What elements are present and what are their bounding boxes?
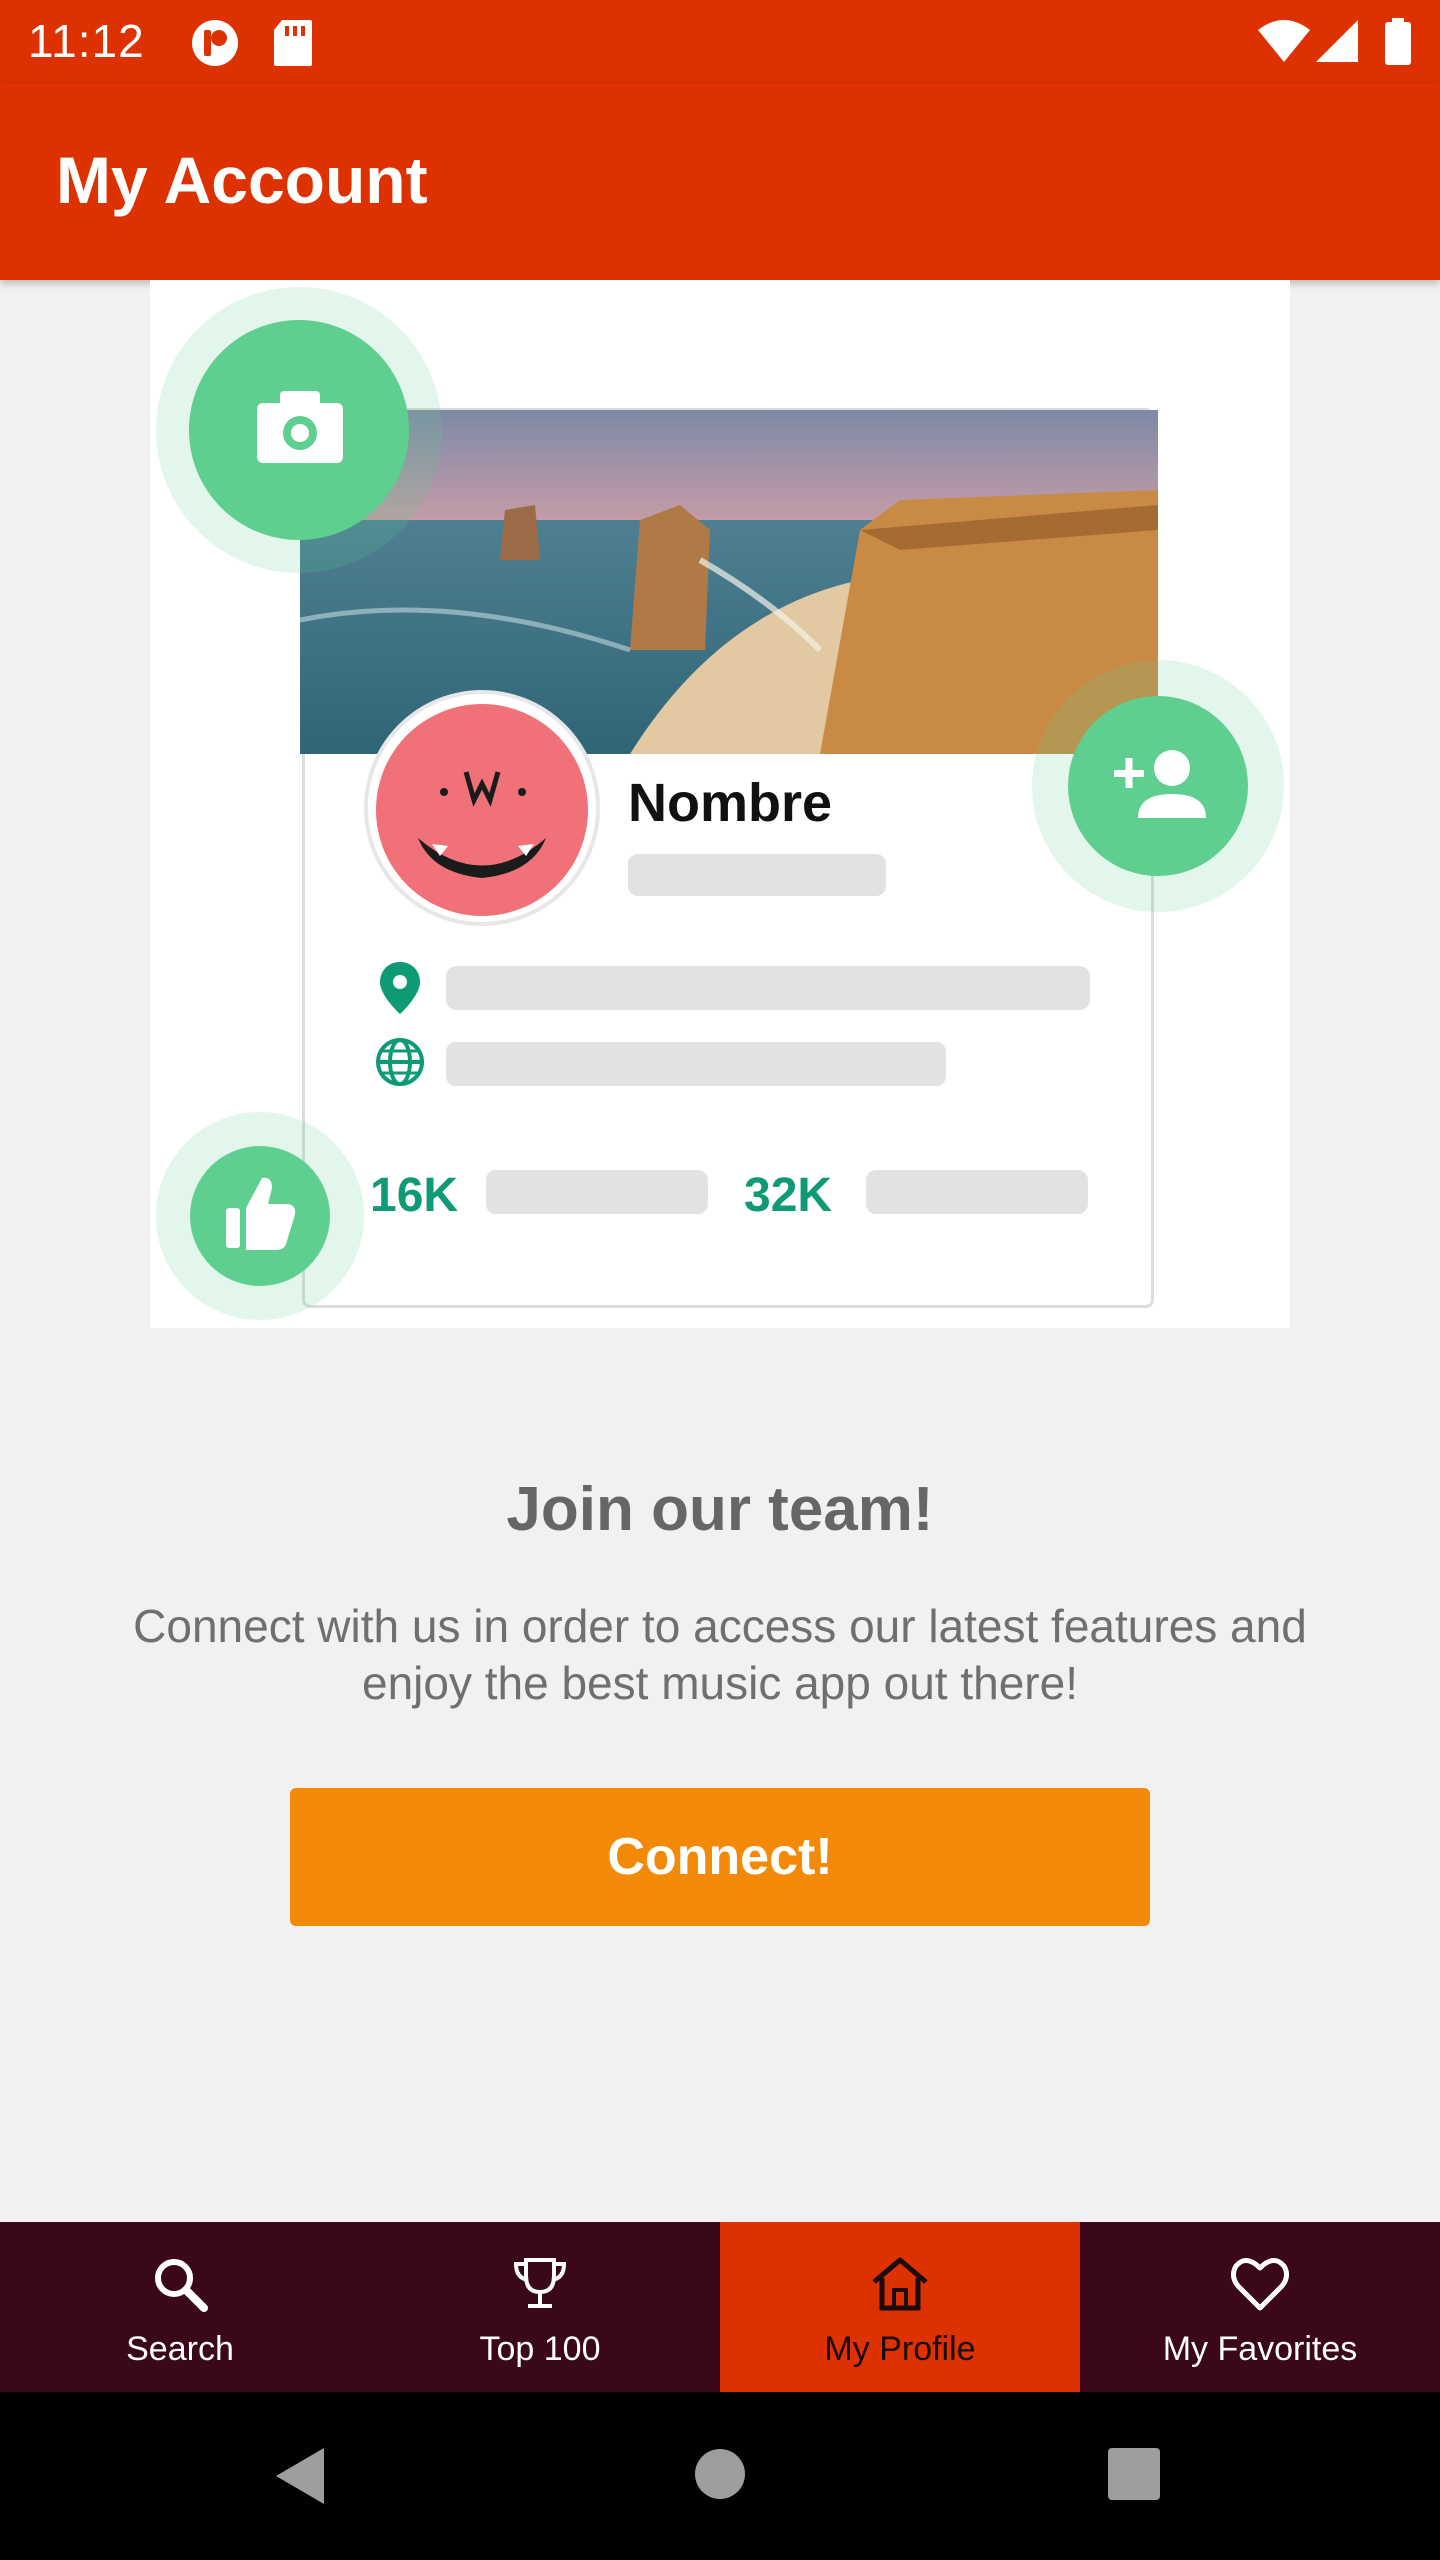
join-title: Join our team! [506, 1475, 934, 1544]
location-pin-icon [380, 962, 420, 1014]
page-title: My Account [56, 143, 428, 217]
cellular-icon [1312, 18, 1362, 69]
heart-icon [1230, 2258, 1290, 2311]
nav-label-search: Search [126, 2330, 234, 2368]
add-person-icon [1032, 660, 1284, 912]
globe-icon [376, 1038, 424, 1086]
skeleton-line [446, 1042, 946, 1086]
home-circle-icon[interactable] [694, 2448, 746, 2500]
nav-label-my-favorites: My Favorites [1162, 2330, 1358, 2368]
sd-card-icon [272, 18, 314, 73]
nav-item-my-profile[interactable]: My Profile [720, 2222, 1080, 2392]
connect-button[interactable]: Connect! [290, 1788, 1150, 1926]
battery-icon [1384, 18, 1412, 71]
nav-label-top-100: Top 100 [479, 2330, 601, 2368]
profile-illustration: Nombre 16K 32K [150, 280, 1290, 1328]
profile-name: Nombre [628, 773, 833, 833]
wifi-icon [1256, 18, 1312, 69]
skeleton-line [446, 966, 1090, 1010]
notification-p-icon [190, 18, 240, 73]
home-icon [872, 2257, 928, 2311]
stat-value: 16K [370, 1169, 459, 1222]
back-icon[interactable] [272, 2444, 328, 2508]
status-time: 11:12 [28, 15, 145, 67]
app-bar: My Account [0, 84, 1440, 280]
skeleton-line [486, 1170, 708, 1214]
thumbs-up-icon [156, 1112, 364, 1320]
trophy-icon [513, 2258, 567, 2308]
stat-value: 32K [744, 1169, 833, 1222]
join-description: Connect with us in order to access our l… [133, 1600, 1307, 1709]
nav-item-top-100[interactable]: Top 100 [360, 2222, 720, 2392]
recents-icon[interactable] [1108, 2448, 1160, 2500]
skeleton-line [628, 854, 886, 896]
camera-icon [156, 287, 442, 573]
nav-item-my-favorites[interactable]: My Favorites [1080, 2222, 1440, 2392]
status-bar: 11:12 [0, 0, 1440, 84]
search-icon [155, 2259, 208, 2312]
system-navigation-bar [0, 2392, 1440, 2560]
nav-item-search[interactable]: Search [0, 2222, 360, 2392]
avatar [364, 690, 600, 926]
nav-label-my-profile: My Profile [824, 2330, 976, 2368]
bottom-navigation: Search Top 100 My Profile My Favorites [0, 2222, 1440, 2392]
skeleton-line [866, 1170, 1088, 1214]
